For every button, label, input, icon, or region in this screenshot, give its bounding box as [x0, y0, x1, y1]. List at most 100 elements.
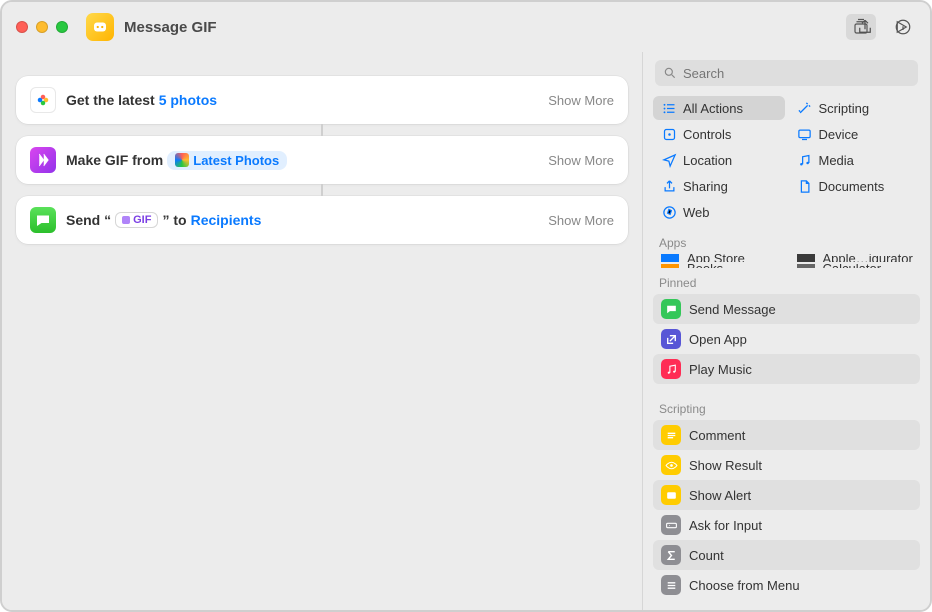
search-icon: [663, 66, 677, 80]
app-label: Apple…igurator: [823, 254, 913, 262]
category-documents[interactable]: Documents: [789, 174, 921, 198]
messages-icon: [30, 207, 56, 233]
app-item[interactable]: Apple…igurator: [789, 254, 921, 262]
action-label: Show Alert: [689, 488, 751, 503]
search-field[interactable]: [655, 60, 918, 86]
bubble-icon: [661, 299, 681, 319]
action-row[interactable]: Choose from Menu: [653, 570, 920, 600]
action-row[interactable]: Open App: [653, 324, 920, 354]
wand-icon: [797, 100, 813, 116]
music-icon: [797, 152, 813, 168]
music-icon: [661, 359, 681, 379]
category-controls[interactable]: Controls: [653, 122, 785, 146]
action-row[interactable]: Comment: [653, 420, 920, 450]
pinned-header: Pinned: [643, 268, 930, 292]
action-label: Show Result: [689, 458, 762, 473]
category-label: Media: [819, 153, 854, 168]
window-controls: [16, 21, 68, 33]
category-all-actions[interactable]: All Actions: [653, 96, 785, 120]
action-label: Comment: [689, 428, 745, 443]
library-sidebar: All Actions Scripting Controls Device Locati…: [642, 52, 930, 610]
eye-icon: [661, 455, 681, 475]
show-more-button[interactable]: Show More: [548, 93, 614, 108]
category-scripting[interactable]: Scripting: [789, 96, 921, 120]
app-window: Message GIF Get the latest5 photos Show M…: [0, 0, 932, 612]
action-card[interactable]: Send “GIF” toRecipients Show More: [16, 196, 628, 244]
action-title: Send “GIF” toRecipients: [66, 212, 261, 228]
search-input[interactable]: [683, 66, 910, 81]
action-row[interactable]: Show Result: [653, 450, 920, 480]
category-label: Web: [683, 205, 710, 220]
category-label: Device: [819, 127, 859, 142]
category-label: Controls: [683, 127, 731, 142]
action-connector: [321, 184, 323, 196]
minimize-window-button[interactable]: [36, 21, 48, 33]
show-more-button[interactable]: Show More: [548, 153, 614, 168]
compass-icon: [661, 204, 677, 220]
action-parameter[interactable]: Recipients: [191, 212, 262, 228]
action-label: Open App: [689, 332, 747, 347]
open-icon: [661, 329, 681, 349]
action-row[interactable]: Show Alert: [653, 480, 920, 510]
action-label: Play Music: [689, 362, 752, 377]
scripting-header: Scripting: [643, 394, 930, 418]
action-label: Choose from Menu: [689, 578, 800, 593]
sidebar-toolbar: [642, 2, 930, 52]
action-card[interactable]: Get the latest5 photos Show More: [16, 76, 628, 124]
nav-icon: [661, 152, 677, 168]
input-icon: [661, 515, 681, 535]
shortcuts-icon: [30, 147, 56, 173]
action-variable-token[interactable]: Latest Photos: [167, 151, 287, 170]
pinned-list: Send Message Open App Play Music: [643, 292, 930, 394]
zoom-window-button[interactable]: [56, 21, 68, 33]
app-item[interactable]: App Store: [653, 254, 785, 262]
category-label: All Actions: [683, 101, 743, 116]
show-more-button[interactable]: Show More: [548, 213, 614, 228]
action-label: Ask for Input: [689, 518, 762, 533]
category-location[interactable]: Location: [653, 148, 785, 172]
share-up-icon: [661, 178, 677, 194]
action-title: Get the latest5 photos: [66, 92, 217, 108]
gif-variable-token[interactable]: GIF: [115, 212, 158, 228]
category-label: Location: [683, 153, 732, 168]
category-web[interactable]: Web: [653, 200, 785, 224]
shortcut-icon: [86, 13, 114, 41]
library-button[interactable]: [846, 14, 876, 40]
category-device[interactable]: Device: [789, 122, 921, 146]
category-label: Documents: [819, 179, 885, 194]
category-label: Scripting: [819, 101, 870, 116]
square-dot-icon: [661, 126, 677, 142]
action-label: Count: [689, 548, 724, 563]
action-label: Send Message: [689, 302, 776, 317]
action-title: Make GIF fromLatest Photos: [66, 151, 287, 170]
action-row[interactable]: Play Music: [653, 354, 920, 384]
app-icon: [661, 254, 679, 262]
action-card[interactable]: Make GIF fromLatest Photos Show More: [16, 136, 628, 184]
scripting-list: Comment Show Result Show Alert Ask for Inpu…: [643, 418, 930, 610]
alert-icon: [661, 485, 681, 505]
lines-icon: [661, 425, 681, 445]
device-icon: [797, 126, 813, 142]
workflow-editor[interactable]: Get the latest5 photosShow MoreMake GIF …: [2, 52, 642, 610]
close-window-button[interactable]: [16, 21, 28, 33]
apps-header: Apps: [643, 228, 930, 252]
app-label: App Store: [687, 254, 745, 262]
action-row[interactable]: Send Message: [653, 294, 920, 324]
action-row[interactable]: Count: [653, 540, 920, 570]
category-media[interactable]: Media: [789, 148, 921, 172]
category-sharing[interactable]: Sharing: [653, 174, 785, 198]
action-connector: [321, 124, 323, 136]
category-label: Sharing: [683, 179, 728, 194]
photos-icon: [30, 87, 56, 113]
action-parameter[interactable]: 5 photos: [159, 92, 217, 108]
info-button[interactable]: [888, 14, 918, 40]
apps-grid: App StoreApple…iguratorBooksCalculator: [643, 252, 930, 268]
menu-icon: [661, 575, 681, 595]
app-icon: [797, 254, 815, 262]
list-icon: [661, 100, 677, 116]
doc-icon: [797, 178, 813, 194]
action-row[interactable]: Ask for Input: [653, 510, 920, 540]
window-title: Message GIF: [124, 19, 217, 36]
category-grid: All Actions Scripting Controls Device Locati…: [643, 92, 930, 228]
sigma-icon: [661, 545, 681, 565]
